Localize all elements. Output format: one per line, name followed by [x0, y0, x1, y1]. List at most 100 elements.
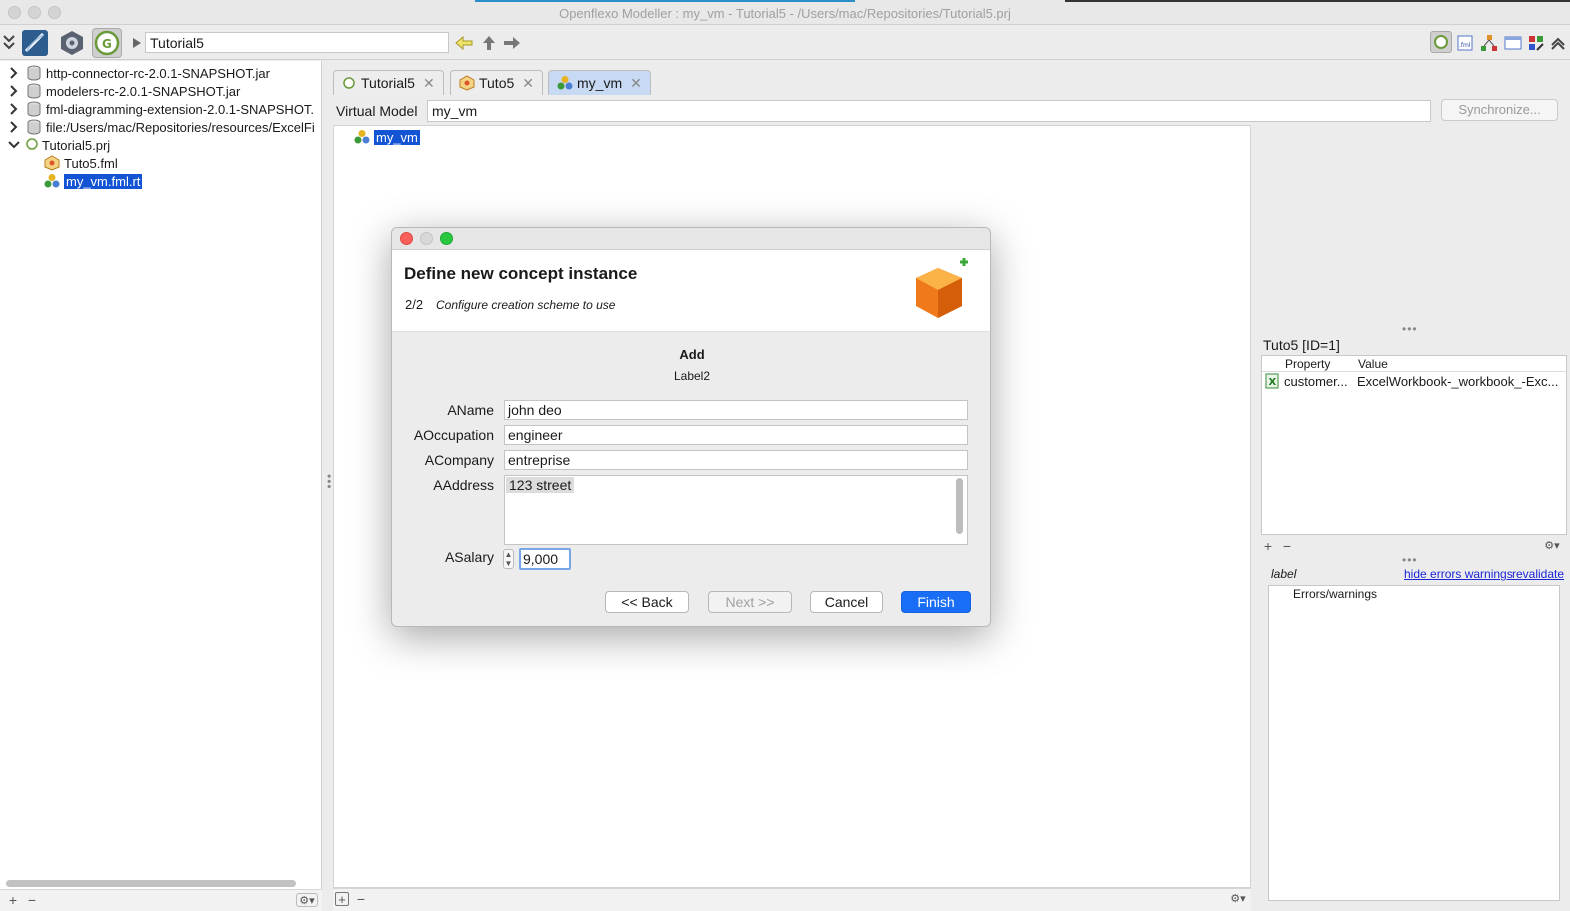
tab-tutorial5[interactable]: Tutorial5 ✕	[333, 70, 444, 95]
column-header-property[interactable]: Property	[1285, 357, 1330, 371]
gear-icon[interactable]: ⚙▾	[1227, 892, 1249, 906]
zoom-dialog-button[interactable]	[440, 232, 453, 245]
validation-toolbar: label hide errors warnings revalidate	[1261, 566, 1567, 584]
aoccupation-label: AOccupation	[413, 427, 494, 443]
gear-icon[interactable]: ⚙▾	[1541, 539, 1563, 553]
horizontal-scrollbar[interactable]	[6, 880, 296, 887]
inspector-title: Tuto5 [ID=1]	[1263, 337, 1340, 353]
path-expand-arrow-icon[interactable]	[128, 34, 146, 52]
tab-tuto5[interactable]: Tuto5 ✕	[450, 70, 543, 95]
tree-item-label: http-connector-rc-2.0.1-SNAPSHOT.jar	[46, 65, 270, 81]
hide-errors-warnings-link[interactable]: hide errors warnings	[1404, 567, 1513, 581]
add-icon[interactable]: +	[6, 893, 20, 907]
property-value: ExcelWorkbook-_workbook_-Exc...	[1357, 374, 1559, 389]
virtual-model-name-field[interactable]: my_vm	[427, 100, 1431, 122]
canvas-root-node[interactable]: my_vm	[354, 128, 420, 146]
textarea-scrollbar[interactable]	[956, 478, 963, 534]
aname-label: AName	[447, 402, 494, 418]
synchronize-button[interactable]: Synchronize...	[1441, 99, 1558, 121]
tab-label: Tuto5	[478, 75, 515, 91]
split-pane-grip[interactable]: •••	[322, 474, 336, 490]
back-arrow-icon[interactable]	[455, 34, 473, 52]
jar-icon	[26, 101, 42, 117]
split-pane-grip[interactable]: •••	[1402, 322, 1418, 336]
tree-item-http-connector[interactable]: http-connector-rc-2.0.1-SNAPSHOT.jar	[8, 64, 270, 82]
virtual-model-label: Virtual Model	[336, 103, 418, 119]
tree-item-my-vm-fml-rt[interactable]: my_vm.fml.rt	[44, 172, 143, 190]
jar-icon	[26, 65, 42, 81]
remove-icon[interactable]: −	[1280, 539, 1294, 553]
close-tab-icon[interactable]: ✕	[423, 75, 435, 92]
tab-label: my_vm	[577, 75, 623, 91]
canvas-bottom-bar: + − ⚙▾	[333, 888, 1251, 911]
errors-warnings-header[interactable]: Errors/warnings	[1269, 586, 1559, 602]
errors-warnings-list: Errors/warnings	[1268, 585, 1560, 901]
minimize-dialog-button[interactable]	[420, 232, 433, 245]
remove-icon[interactable]: −	[354, 892, 368, 906]
aoccupation-field[interactable]: engineer	[504, 425, 968, 445]
tree-item-modelers[interactable]: modelers-rc-2.0.1-SNAPSHOT.jar	[8, 82, 240, 100]
perspective-openflexo-icon[interactable]	[1430, 31, 1452, 53]
collapse-chevron-icon[interactable]	[2, 33, 16, 51]
back-button[interactable]: << Back	[605, 591, 689, 613]
perspective-diagram-icon[interactable]	[1480, 34, 1498, 52]
virtual-model-instance-icon	[44, 173, 60, 189]
new-concept-instance-dialog: Define new concept instance 2/2 Configur…	[391, 227, 991, 627]
finish-button[interactable]: Finish	[901, 591, 971, 613]
titlebar-accent-strip-dark	[1065, 0, 1570, 2]
perspective-window-icon[interactable]	[1504, 34, 1522, 52]
virtual-model-instance-icon	[557, 76, 573, 90]
next-button[interactable]: Next >>	[708, 591, 792, 613]
svg-text:X: X	[1269, 377, 1277, 388]
settings-gear-shield-icon[interactable]	[57, 28, 87, 58]
perspective-fml-icon[interactable]: .fml	[1456, 34, 1474, 52]
chevron-right-icon[interactable]	[8, 67, 20, 79]
collapse-up-icon[interactable]	[1549, 34, 1567, 52]
forward-arrow-icon[interactable]	[503, 34, 521, 52]
column-header-value[interactable]: Value	[1358, 357, 1388, 371]
openflexo-project-icon[interactable]: G	[92, 28, 122, 58]
tree-item-fml-diagramming[interactable]: fml-diagramming-extension-2.0.1-SNAPSHOT…	[8, 100, 314, 118]
tree-item-label: file:/Users/mac/Repositories/resources/E…	[46, 119, 315, 135]
main-toolbar: G Tutorial5 .fml	[0, 25, 1570, 60]
project-icon	[26, 137, 38, 153]
project-path-field[interactable]: Tutorial5	[145, 32, 449, 53]
aaddress-textarea[interactable]: 123 street	[504, 475, 968, 545]
tree-item-label: Tuto5.fml	[64, 155, 118, 171]
gear-icon[interactable]: ⚙▾	[296, 893, 318, 907]
aname-field[interactable]: john deo	[504, 400, 968, 420]
chevron-right-icon[interactable]	[8, 103, 20, 115]
virtual-model-fml-icon	[459, 75, 475, 91]
aaddress-label: AAddress	[433, 477, 494, 493]
asalary-spinner-field[interactable]: 9,000	[519, 548, 571, 570]
remove-icon[interactable]: −	[25, 893, 39, 907]
tree-bottom-bar: + − ⚙▾	[0, 889, 322, 911]
up-arrow-icon[interactable]	[480, 34, 498, 52]
virtual-model-row: Virtual Model my_vm Synchronize...	[333, 97, 1568, 125]
acompany-field[interactable]: entreprise	[504, 450, 968, 470]
tab-my-vm[interactable]: my_vm ✕	[548, 70, 651, 95]
tab-label: Tutorial5	[361, 75, 415, 91]
tree-item-excel-resources[interactable]: file:/Users/mac/Repositories/resources/E…	[8, 118, 315, 136]
property-table: Property Value X customer... ExcelWorkbo…	[1261, 355, 1567, 535]
split-pane-grip[interactable]: •••	[1402, 553, 1418, 567]
close-dialog-button[interactable]	[400, 232, 413, 245]
chevron-down-icon[interactable]	[8, 139, 20, 151]
tree-item-tutorial5-prj[interactable]: Tutorial5.prj	[8, 136, 110, 154]
salary-stepper-icon[interactable]: ▲ ▼	[503, 549, 514, 569]
add-icon[interactable]: +	[335, 892, 349, 907]
revalidate-link[interactable]: revalidate	[1512, 567, 1564, 581]
chevron-right-icon[interactable]	[8, 121, 20, 133]
tree-item-tuto5-fml[interactable]: Tuto5.fml	[44, 154, 118, 172]
cancel-button[interactable]: Cancel	[810, 591, 883, 613]
property-table-header: Property Value	[1262, 356, 1566, 372]
svg-text:.fml: .fml	[1459, 42, 1471, 49]
close-tab-icon[interactable]: ✕	[522, 75, 534, 92]
chevron-right-icon[interactable]	[8, 85, 20, 97]
dialog-title: Define new concept instance	[404, 264, 638, 283]
close-tab-icon[interactable]: ✕	[630, 75, 642, 92]
add-icon[interactable]: +	[1261, 539, 1275, 553]
perspective-palette-icon[interactable]	[1527, 34, 1545, 52]
table-row[interactable]: X customer... ExcelWorkbook-_workbook_-E…	[1262, 372, 1566, 390]
modeller-app-icon[interactable]	[20, 28, 50, 58]
